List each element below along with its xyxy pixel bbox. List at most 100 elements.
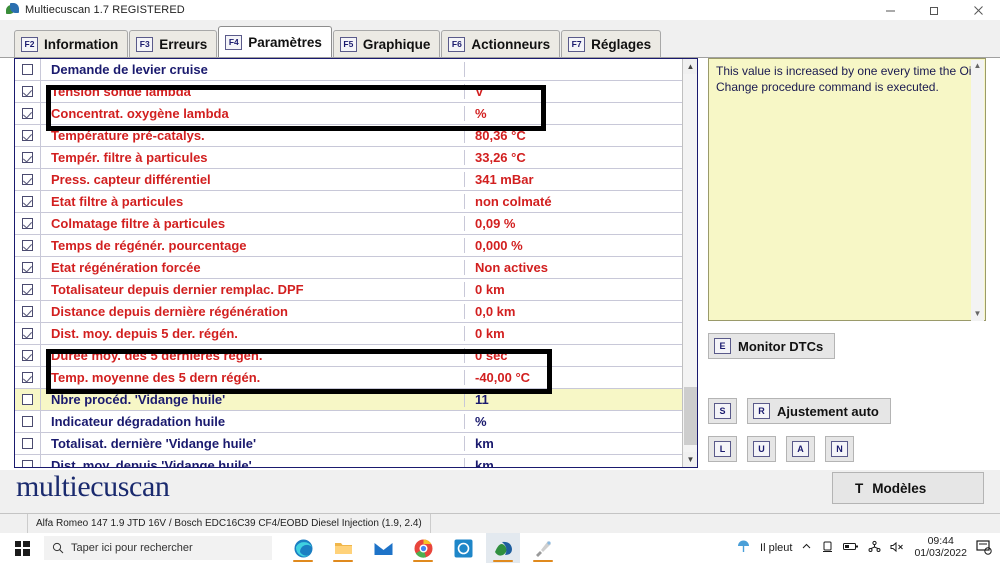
row-checkbox[interactable] (22, 152, 33, 163)
side-button-a[interactable]: A (786, 436, 815, 462)
monitor-dtcs-button[interactable]: E Monitor DTCs (708, 333, 836, 359)
chevron-up-icon[interactable] (801, 541, 812, 555)
table-row[interactable]: Tension sonde lambda V (15, 81, 683, 103)
row-checkbox-cell[interactable] (15, 125, 41, 146)
chrome-icon[interactable] (406, 533, 440, 563)
tab-param-tres[interactable]: F4 Paramètres (218, 26, 332, 57)
row-checkbox-cell[interactable] (15, 367, 41, 388)
notification-icon[interactable] (976, 539, 992, 558)
row-checkbox[interactable] (22, 108, 33, 119)
row-checkbox-cell[interactable] (15, 103, 41, 124)
table-row[interactable]: Indicateur dégradation huile% (15, 411, 683, 433)
description-scrollbar[interactable]: ▲ ▼ (971, 60, 984, 321)
tab-information[interactable]: F2 Information (14, 30, 129, 57)
parameters-table[interactable]: Demande de levier cruise Tension sonde la… (15, 59, 683, 467)
weather-label[interactable]: Il pleut (760, 542, 792, 554)
auto-adjust-button[interactable]: R Ajustement auto (747, 398, 891, 424)
row-checkbox-cell[interactable] (15, 301, 41, 322)
row-checkbox-cell[interactable] (15, 323, 41, 344)
row-checkbox-cell[interactable] (15, 257, 41, 278)
paint-app-icon[interactable] (526, 533, 560, 563)
table-row[interactable]: Dist. moy. depuis 'Vidange huile' km (15, 455, 683, 467)
table-row[interactable]: Temps de régénér. pourcentage 0,000 % (15, 235, 683, 257)
side-button-l[interactable]: L (708, 436, 737, 462)
tab-erreurs[interactable]: F3 Erreurs (129, 30, 218, 57)
minimize-button[interactable] (868, 0, 912, 20)
parameters-scrollbar[interactable]: ▲ ▼ (682, 59, 697, 467)
row-checkbox-cell[interactable] (15, 147, 41, 168)
desc-scroll-up-icon[interactable]: ▲ (971, 60, 984, 73)
onedrive-icon[interactable] (821, 540, 834, 556)
row-checkbox[interactable] (22, 460, 33, 467)
network-icon[interactable] (868, 540, 881, 556)
table-row[interactable]: Etat régénération forcée Non actives (15, 257, 683, 279)
table-row[interactable]: Durée moy. des 5 dernières régén. 0 sec (15, 345, 683, 367)
table-row[interactable]: Demande de levier cruise (15, 59, 683, 81)
volume-muted-icon[interactable] (890, 541, 905, 556)
scrollbar-thumb[interactable] (684, 387, 697, 445)
row-checkbox[interactable] (22, 218, 33, 229)
table-row[interactable]: Etat filtre à particules non colmaté (15, 191, 683, 213)
table-row[interactable]: Distance depuis dernière régénération 0,0… (15, 301, 683, 323)
windows-start-icon[interactable] (0, 533, 44, 563)
row-checkbox[interactable] (22, 306, 33, 317)
desc-scroll-down-icon[interactable]: ▼ (971, 308, 984, 321)
row-checkbox[interactable] (22, 328, 33, 339)
scroll-up-icon[interactable]: ▲ (683, 59, 697, 74)
table-row[interactable]: Température pré-catalys. 80,36 °C (15, 125, 683, 147)
row-checkbox[interactable] (22, 372, 33, 383)
maximize-button[interactable] (912, 0, 956, 20)
tab-graphique[interactable]: F5 Graphique (332, 30, 441, 57)
row-checkbox-cell[interactable] (15, 213, 41, 234)
row-checkbox[interactable] (22, 262, 33, 273)
row-checkbox-cell[interactable] (15, 389, 41, 410)
tab-actionneurs[interactable]: F6 Actionneurs (441, 30, 561, 57)
table-row[interactable]: Concentrat. oxygène lambda% (15, 103, 683, 125)
row-checkbox-cell[interactable] (15, 455, 41, 467)
row-checkbox-cell[interactable] (15, 279, 41, 300)
table-row[interactable]: Dist. moy. depuis 5 der. régén. 0 km (15, 323, 683, 345)
close-button[interactable] (956, 0, 1000, 20)
row-checkbox[interactable] (22, 196, 33, 207)
row-checkbox-cell[interactable] (15, 191, 41, 212)
row-checkbox[interactable] (22, 394, 33, 405)
row-checkbox-cell[interactable] (15, 59, 41, 80)
models-button[interactable]: T Modèles (832, 472, 984, 504)
side-button-u[interactable]: U (747, 436, 776, 462)
row-checkbox[interactable] (22, 284, 33, 295)
scroll-down-icon[interactable]: ▼ (683, 452, 697, 467)
row-checkbox-cell[interactable] (15, 411, 41, 432)
row-checkbox-cell[interactable] (15, 81, 41, 102)
table-row[interactable]: Totalisateur depuis dernier remplac. DPF… (15, 279, 683, 301)
row-checkbox[interactable] (22, 64, 33, 75)
table-row[interactable]: Temp. moyenne des 5 dern régén. -40,00 °C (15, 367, 683, 389)
row-checkbox-cell[interactable] (15, 345, 41, 366)
edge-icon[interactable] (286, 533, 320, 563)
row-checkbox[interactable] (22, 174, 33, 185)
row-checkbox[interactable] (22, 86, 33, 97)
s-button[interactable]: S (708, 398, 737, 424)
row-checkbox[interactable] (22, 130, 33, 141)
taskbar-clock[interactable]: 09:44 01/03/2022 (914, 535, 967, 560)
blue-app-icon[interactable] (446, 533, 480, 563)
multiecuscan-icon[interactable] (486, 533, 520, 563)
file-explorer-icon[interactable] (326, 533, 360, 563)
tab-r-glages[interactable]: F7 Réglages (561, 30, 662, 57)
row-checkbox-cell[interactable] (15, 169, 41, 190)
row-checkbox[interactable] (22, 350, 33, 361)
table-row[interactable]: Tempér. filtre à particules 33,26 °C (15, 147, 683, 169)
taskbar-search-input[interactable]: Taper ici pour rechercher (44, 536, 272, 560)
table-row[interactable]: Nbre procéd. 'Vidange huile' 11 (15, 389, 683, 411)
weather-icon[interactable] (736, 539, 751, 557)
table-row[interactable]: Totalisat. dernière 'Vidange huile' km (15, 433, 683, 455)
row-checkbox[interactable] (22, 240, 33, 251)
table-row[interactable]: Press. capteur différentiel 341 mBar (15, 169, 683, 191)
row-checkbox[interactable] (22, 416, 33, 427)
battery-icon[interactable] (843, 541, 859, 555)
side-button-n[interactable]: N (825, 436, 854, 462)
row-checkbox-cell[interactable] (15, 235, 41, 256)
table-row[interactable]: Colmatage filtre à particules 0,09 % (15, 213, 683, 235)
mail-icon[interactable] (366, 533, 400, 563)
row-checkbox-cell[interactable] (15, 433, 41, 454)
row-checkbox[interactable] (22, 438, 33, 449)
